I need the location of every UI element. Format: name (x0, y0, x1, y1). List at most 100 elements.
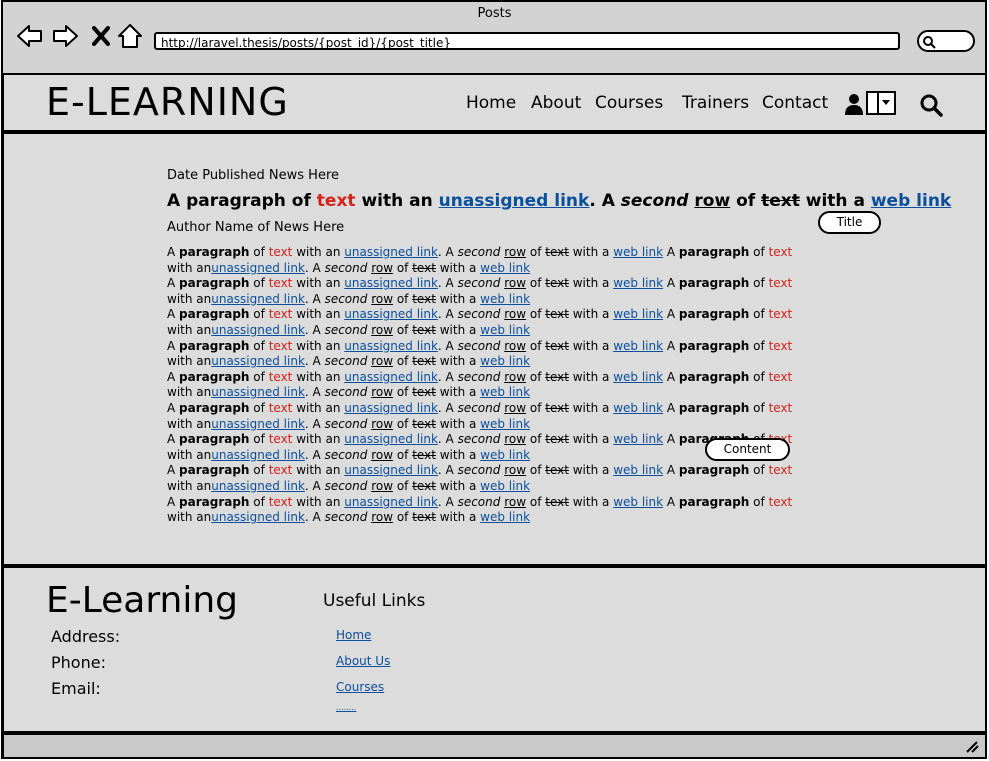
footer-address: Address: (51, 627, 121, 646)
text-segment: . A (304, 510, 325, 525)
italic-word: second (324, 354, 368, 369)
web-link[interactable]: web link (480, 479, 530, 493)
web-link[interactable]: web link (480, 448, 530, 462)
strikethrough-word: text (412, 354, 436, 369)
red-word: text (768, 307, 793, 322)
unassigned-link[interactable]: unassigned link (344, 370, 438, 384)
nav-contact[interactable]: Contact (762, 93, 828, 113)
text-segment: with an (292, 369, 345, 384)
text-segment: . A (304, 385, 325, 400)
unassigned-link[interactable]: unassigned link (344, 495, 438, 509)
text-segment: . A (304, 291, 325, 306)
text-segment: with a (568, 245, 614, 259)
nav-courses[interactable]: Courses (595, 93, 663, 113)
strikethrough-word: text (545, 369, 569, 384)
unassigned-link[interactable]: unassigned link (211, 417, 305, 431)
unassigned-link[interactable]: unassigned link (211, 323, 305, 337)
user-dropdown[interactable] (866, 91, 896, 115)
bold-word: paragraph (179, 463, 250, 478)
underlined-word: row (371, 510, 394, 525)
unassigned-link[interactable]: unassigned link (344, 339, 438, 353)
web-link[interactable]: web link (480, 385, 530, 399)
unassigned-link[interactable]: unassigned link (344, 276, 438, 290)
text-segment: A (167, 494, 180, 509)
search-icon[interactable] (919, 93, 943, 117)
unassigned-link[interactable]: unassigned link (211, 354, 305, 368)
resize-grip-icon[interactable] (965, 741, 979, 753)
user-icon[interactable] (845, 93, 863, 115)
web-link[interactable]: web link (613, 463, 663, 477)
footer-link-courses[interactable]: Courses (336, 680, 384, 694)
unassigned-link[interactable]: unassigned link (211, 261, 305, 275)
nav-trainers[interactable]: Trainers (682, 93, 749, 113)
web-link[interactable]: web link (613, 370, 663, 384)
web-link[interactable]: web link (480, 510, 530, 524)
bold-word: paragraph (678, 400, 750, 415)
footer-link-home[interactable]: Home (336, 628, 371, 642)
site-logo[interactable]: E-LEARNING (46, 80, 289, 124)
text-segment: A (167, 369, 180, 384)
web-link[interactable]: web link (613, 245, 663, 259)
bold-word: paragraph (179, 494, 250, 509)
text-segment: A (167, 432, 180, 447)
web-link[interactable]: web link (613, 401, 663, 415)
unassigned-link[interactable]: unassigned link (211, 385, 305, 399)
unassigned-link[interactable]: unassigned link (211, 510, 305, 524)
footer-link-more[interactable]: ........ (336, 703, 356, 712)
text-segment: with an (292, 276, 345, 291)
text-segment: with an (167, 385, 212, 400)
web-link[interactable]: web link (613, 495, 663, 509)
forward-arrow-icon[interactable] (52, 22, 80, 50)
text-segment: of (393, 385, 413, 400)
text-segment: of (249, 463, 269, 478)
web-link[interactable]: web link (613, 307, 663, 321)
red-word: text (768, 276, 793, 291)
strikethrough-word: text (412, 385, 436, 400)
text-segment: with an (292, 432, 345, 447)
back-arrow-icon[interactable] (15, 22, 43, 50)
title-unassigned-link[interactable]: unassigned link (439, 191, 590, 211)
web-link[interactable]: web link (613, 276, 663, 290)
web-link[interactable]: web link (613, 339, 663, 353)
text-segment: with an (292, 307, 345, 322)
strikethrough-word: text (545, 494, 569, 509)
text-segment: with a (568, 494, 614, 509)
footer-link-about[interactable]: About Us (336, 654, 390, 668)
chevron-down-icon (882, 100, 890, 105)
text-segment: with a (435, 260, 481, 275)
unassigned-link[interactable]: unassigned link (344, 432, 438, 446)
bold-word: paragraph (179, 338, 250, 353)
text-segment: with an (292, 463, 345, 478)
text-segment: of (249, 400, 269, 415)
nav-about[interactable]: About (531, 93, 581, 113)
unassigned-link[interactable]: unassigned link (211, 479, 305, 493)
home-icon[interactable] (116, 22, 144, 50)
web-link[interactable]: web link (480, 417, 530, 431)
text-segment: . A (437, 245, 458, 259)
web-link[interactable]: web link (480, 323, 530, 337)
nav-home[interactable]: Home (466, 93, 516, 113)
web-link[interactable]: web link (480, 354, 530, 368)
red-word: text (268, 494, 293, 509)
text-segment: of (749, 463, 769, 478)
web-link[interactable]: web link (480, 292, 530, 306)
strikethrough-word: text (412, 478, 436, 493)
unassigned-link[interactable]: unassigned link (344, 401, 438, 415)
browser-search-field[interactable] (917, 30, 975, 52)
title-callout: Title (818, 211, 881, 234)
paragraph-block: A paragraph of text with an unassigned l… (167, 307, 807, 338)
unassigned-link[interactable]: unassigned link (344, 307, 438, 321)
web-link[interactable]: web link (480, 261, 530, 275)
url-input[interactable]: http://laravel.thesis/posts/{post_id}/{p… (154, 32, 900, 50)
close-icon[interactable] (88, 22, 116, 50)
unassigned-link[interactable]: unassigned link (211, 448, 305, 462)
web-link[interactable]: web link (613, 432, 663, 446)
title-web-link[interactable]: web link (871, 191, 951, 211)
unassigned-link[interactable]: unassigned link (344, 463, 438, 477)
bold-word: paragraph (678, 338, 750, 353)
bold-word: paragraph (179, 369, 250, 384)
text-segment: of (526, 338, 546, 353)
unassigned-link[interactable]: unassigned link (344, 245, 438, 259)
text-segment: of (249, 338, 269, 353)
unassigned-link[interactable]: unassigned link (211, 292, 305, 306)
